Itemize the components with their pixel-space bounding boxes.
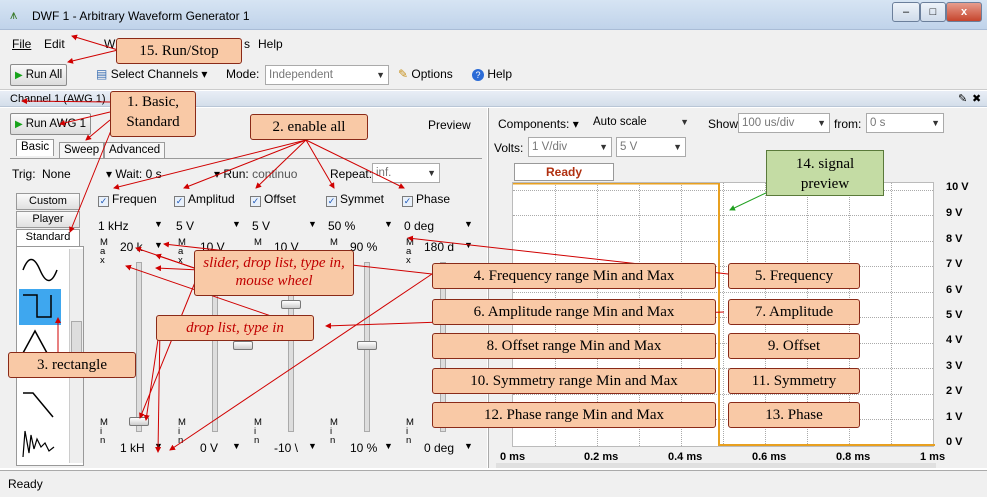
- annotation-run-stop: 15. Run/Stop: [116, 38, 242, 64]
- annotation-signal-preview: 14. signal preview: [766, 150, 884, 196]
- annotation-rectangle: 3. rectangle: [8, 352, 136, 378]
- annotation-enable-all: 2. enable all: [250, 114, 368, 140]
- annotation-offset-range: 8. Offset range Min and Max: [432, 333, 716, 359]
- annotation-frequency-range: 4. Frequency range Min and Max: [432, 263, 716, 289]
- annotation-phase: 13. Phase: [728, 402, 860, 428]
- annotation-symmetry: 11. Symmetry: [728, 368, 860, 394]
- annotation-frequency: 5. Frequency: [728, 263, 860, 289]
- annotation-offset: 9. Offset: [728, 333, 860, 359]
- annotation-amplitude: 7. Amplitude: [728, 299, 860, 325]
- annotation-basic-standard: 1. Basic, Standard: [110, 91, 196, 137]
- annotation-slider-hint: slider, drop list, type in, mouse wheel: [194, 250, 354, 296]
- annotation-droplist-hint: drop list, type in: [156, 315, 314, 341]
- annotation-phase-range: 12. Phase range Min and Max: [432, 402, 716, 428]
- annotation-symmetry-range: 10. Symmetry range Min and Max: [432, 368, 716, 394]
- annotation-amplitude-range: 6. Amplitude range Min and Max: [432, 299, 716, 325]
